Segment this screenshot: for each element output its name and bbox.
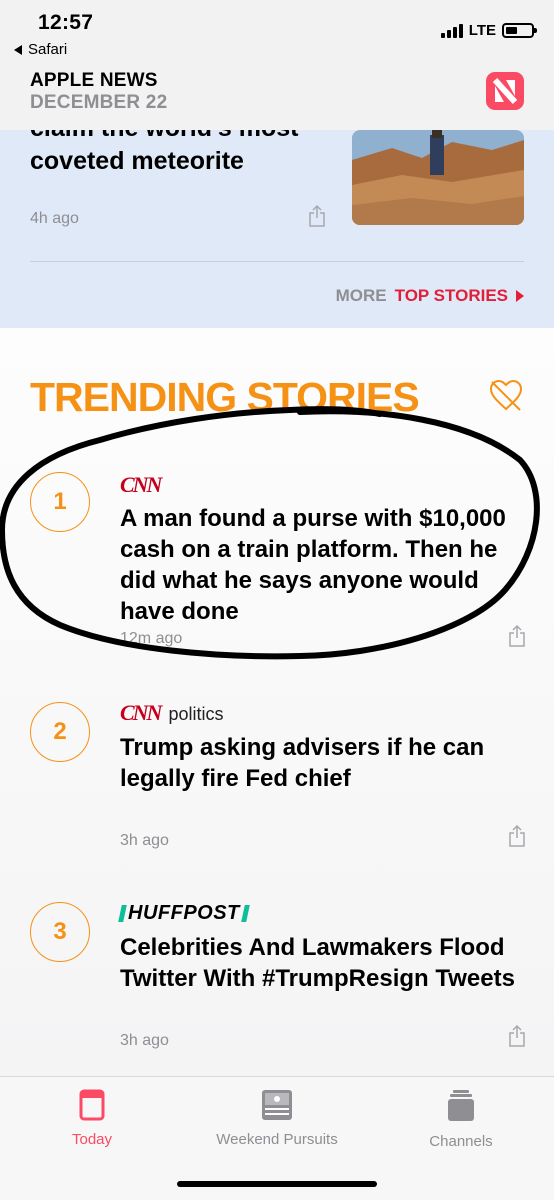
top-stories-label: TOP STORIES bbox=[394, 286, 508, 305]
weekend-pursuits-icon bbox=[262, 1090, 292, 1120]
story-rank: 2 bbox=[30, 702, 90, 762]
back-app-label: Safari bbox=[28, 41, 68, 58]
app-header: APPLE NEWS DECEMBER 22 bbox=[0, 66, 554, 130]
cnn-logo: CNN bbox=[120, 472, 162, 497]
tab-label: Weekend Pursuits bbox=[216, 1131, 338, 1148]
tab-weekend-pursuits[interactable]: Weekend Pursuits bbox=[192, 1089, 362, 1148]
status-indicators: LTE bbox=[440, 22, 537, 39]
cnn-logo: CNN bbox=[120, 700, 162, 725]
story-rank: 1 bbox=[30, 472, 90, 532]
back-to-app-button[interactable]: Safari bbox=[14, 41, 67, 58]
today-icon bbox=[79, 1089, 105, 1121]
top-story-image[interactable] bbox=[352, 130, 524, 225]
apple-news-icon[interactable] bbox=[486, 72, 524, 110]
more-label: MORE bbox=[335, 286, 387, 305]
heart-broken-icon[interactable] bbox=[488, 378, 524, 414]
app-date: DECEMBER 22 bbox=[30, 92, 168, 113]
share-icon[interactable] bbox=[308, 204, 326, 228]
battery-icon bbox=[502, 23, 537, 38]
story-headline[interactable]: A man found a purse with $10,000 cash on… bbox=[120, 503, 530, 627]
status-time: 12:57 bbox=[38, 11, 94, 34]
tab-label: Channels bbox=[429, 1133, 493, 1150]
divider bbox=[30, 261, 524, 262]
share-icon[interactable] bbox=[508, 624, 526, 648]
back-arrow-icon bbox=[14, 44, 22, 55]
story-headline[interactable]: Celebrities And Lawmakers Flood Twitter … bbox=[120, 932, 530, 994]
story-time: 12m ago bbox=[120, 630, 183, 647]
top-story-headline[interactable]: claim the world's most coveted meteorite bbox=[30, 130, 330, 178]
source-logo: HUFFPOST bbox=[118, 902, 250, 925]
channels-icon bbox=[448, 1090, 474, 1121]
battery-level bbox=[506, 27, 517, 34]
tab-label: Today bbox=[71, 1131, 113, 1148]
trending-section: TRENDING STORIES 1 CNN A man found a pur… bbox=[0, 328, 554, 1076]
status-bar: 12:57 Safari LTE bbox=[0, 0, 554, 66]
story-rank: 3 bbox=[30, 902, 90, 962]
top-story-card[interactable]: claim the world's most coveted meteorite… bbox=[0, 130, 554, 328]
section-title: TRENDING STORIES bbox=[30, 374, 420, 420]
chevron-right-icon bbox=[516, 290, 524, 302]
story-time: 3h ago bbox=[120, 1032, 169, 1049]
story-headline[interactable]: Trump asking advisers if he can legally … bbox=[120, 732, 530, 794]
source-logo: CNN politics bbox=[120, 700, 223, 726]
more-top-stories-link[interactable]: MORE TOP STORIES bbox=[336, 286, 524, 306]
share-icon[interactable] bbox=[508, 1024, 526, 1048]
share-icon[interactable] bbox=[508, 824, 526, 848]
source-suffix: politics bbox=[168, 704, 224, 724]
home-indicator[interactable] bbox=[177, 1181, 377, 1187]
source-logo: CNN bbox=[120, 472, 162, 498]
network-type: LTE bbox=[468, 22, 496, 39]
tab-today[interactable]: Today bbox=[7, 1089, 177, 1148]
tab-channels[interactable]: Channels bbox=[376, 1089, 546, 1150]
app-title: APPLE NEWS bbox=[30, 70, 158, 91]
signal-icon bbox=[440, 23, 463, 38]
top-story-time: 4h ago bbox=[30, 210, 79, 227]
story-time: 3h ago bbox=[120, 832, 169, 849]
huffpost-logo: HUFFPOST bbox=[118, 902, 250, 925]
